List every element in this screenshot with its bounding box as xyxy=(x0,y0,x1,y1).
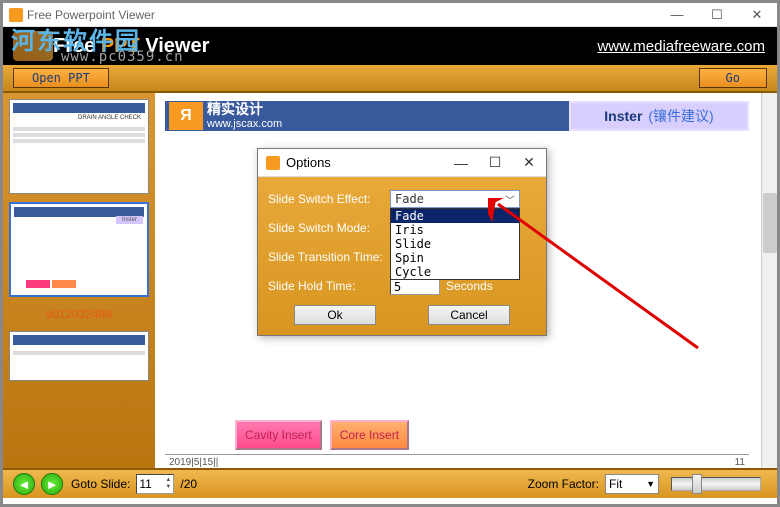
transition-label: Slide Transition Time: xyxy=(268,250,390,264)
dialog-title: Options xyxy=(286,155,331,170)
effect-label: Slide Switch Effect: xyxy=(268,192,390,206)
minimize-button[interactable]: — xyxy=(657,3,697,27)
slide-thumbnail-selected[interactable]: Inster xyxy=(9,202,149,297)
slide-id-label: s012032489 xyxy=(9,305,149,323)
zoom-label: Zoom Factor: xyxy=(528,477,599,491)
logo-cn: 精实设计 xyxy=(207,102,282,117)
dialog-minimize-button[interactable]: — xyxy=(444,149,478,177)
dialog-maximize-button[interactable]: ☐ xyxy=(478,149,512,177)
toolbar: Open PPT Go xyxy=(3,65,777,93)
chevron-down-icon: ▼ xyxy=(646,479,655,489)
vendor-link[interactable]: www.mediafreeware.com xyxy=(597,38,765,55)
slide-page-number: 11 xyxy=(735,457,745,468)
slide-date: 2019|5|15|| xyxy=(169,457,218,468)
bottom-toolbar: ◄ ► Goto Slide: 11 ▲▼ /20 Zoom Factor: F… xyxy=(3,468,777,498)
effect-dropdown-list[interactable]: Fade Iris Slide Spin Cycle xyxy=(390,208,520,280)
dropdown-option[interactable]: Slide xyxy=(391,237,519,251)
zoom-value: Fit xyxy=(609,477,622,491)
slide-title-badge: Inster (镶件建议) xyxy=(569,101,749,131)
thumb-title: DRAIN ANGLE CHECK xyxy=(13,115,145,121)
cavity-insert-box: Cavity Insert xyxy=(235,420,322,450)
window-title: Free Powerpoint Viewer xyxy=(27,8,155,22)
watermark-url: www.pc0359.cn xyxy=(61,49,184,65)
go-button[interactable]: Go xyxy=(699,68,767,88)
dialog-close-button[interactable]: ✕ xyxy=(512,149,546,177)
inster-label: Inster xyxy=(604,108,642,124)
cancel-button[interactable]: Cancel xyxy=(428,305,510,325)
slide-thumbnail[interactable]: DRAIN ANGLE CHECK xyxy=(9,99,149,194)
next-slide-button[interactable]: ► xyxy=(41,473,63,495)
app-icon xyxy=(9,8,23,22)
mode-label: Slide Switch Mode: xyxy=(268,221,390,235)
chevron-down-icon: ﹀ xyxy=(505,192,515,207)
effect-value: Fade xyxy=(395,192,424,206)
dropdown-option[interactable]: Iris xyxy=(391,223,519,237)
goto-value: 11 xyxy=(139,477,151,491)
inster-sublabel: (镶件建议) xyxy=(648,106,713,126)
logo-badge-icon: Я xyxy=(169,102,203,130)
core-insert-box: Core Insert xyxy=(330,420,409,450)
vertical-scrollbar[interactable] xyxy=(761,93,777,468)
hold-time-input[interactable]: 5 xyxy=(390,278,440,295)
thumb-badge: Inster xyxy=(116,216,143,224)
logo-url: www.jscax.com xyxy=(207,118,282,130)
total-slides-label: /20 xyxy=(180,477,197,491)
thumbnail-panel[interactable]: DRAIN ANGLE CHECK Inster s012032489 xyxy=(3,93,155,468)
maximize-button[interactable]: ☐ xyxy=(697,3,737,27)
goto-slide-input[interactable]: 11 ▲▼ xyxy=(136,474,174,494)
close-button[interactable]: ✕ xyxy=(737,3,777,27)
spinner-icon[interactable]: ▲▼ xyxy=(165,477,171,491)
slide-logo-bar: Я 精实设计 www.jscax.com xyxy=(165,101,569,131)
dropdown-option[interactable]: Spin xyxy=(391,251,519,265)
ok-button[interactable]: Ok xyxy=(294,305,376,325)
goto-label: Goto Slide: xyxy=(71,477,130,491)
dropdown-option[interactable]: Cycle xyxy=(391,265,519,279)
scrollbar-thumb[interactable] xyxy=(763,193,777,253)
open-ppt-button[interactable]: Open PPT xyxy=(13,68,109,88)
effect-dropdown[interactable]: Fade ﹀ xyxy=(390,190,520,208)
slider-thumb[interactable] xyxy=(692,474,702,494)
zoom-dropdown[interactable]: Fit ▼ xyxy=(605,474,659,494)
dropdown-option[interactable]: Fade xyxy=(391,209,519,223)
zoom-slider[interactable] xyxy=(671,477,761,491)
prev-slide-button[interactable]: ◄ xyxy=(13,473,35,495)
options-dialog: Options — ☐ ✕ Slide Switch Effect: Fade … xyxy=(257,148,547,336)
hold-label: Slide Hold Time: xyxy=(268,279,390,293)
slide-thumbnail[interactable] xyxy=(9,331,149,381)
seconds-label: Seconds xyxy=(446,279,493,293)
dialog-icon xyxy=(266,156,280,170)
